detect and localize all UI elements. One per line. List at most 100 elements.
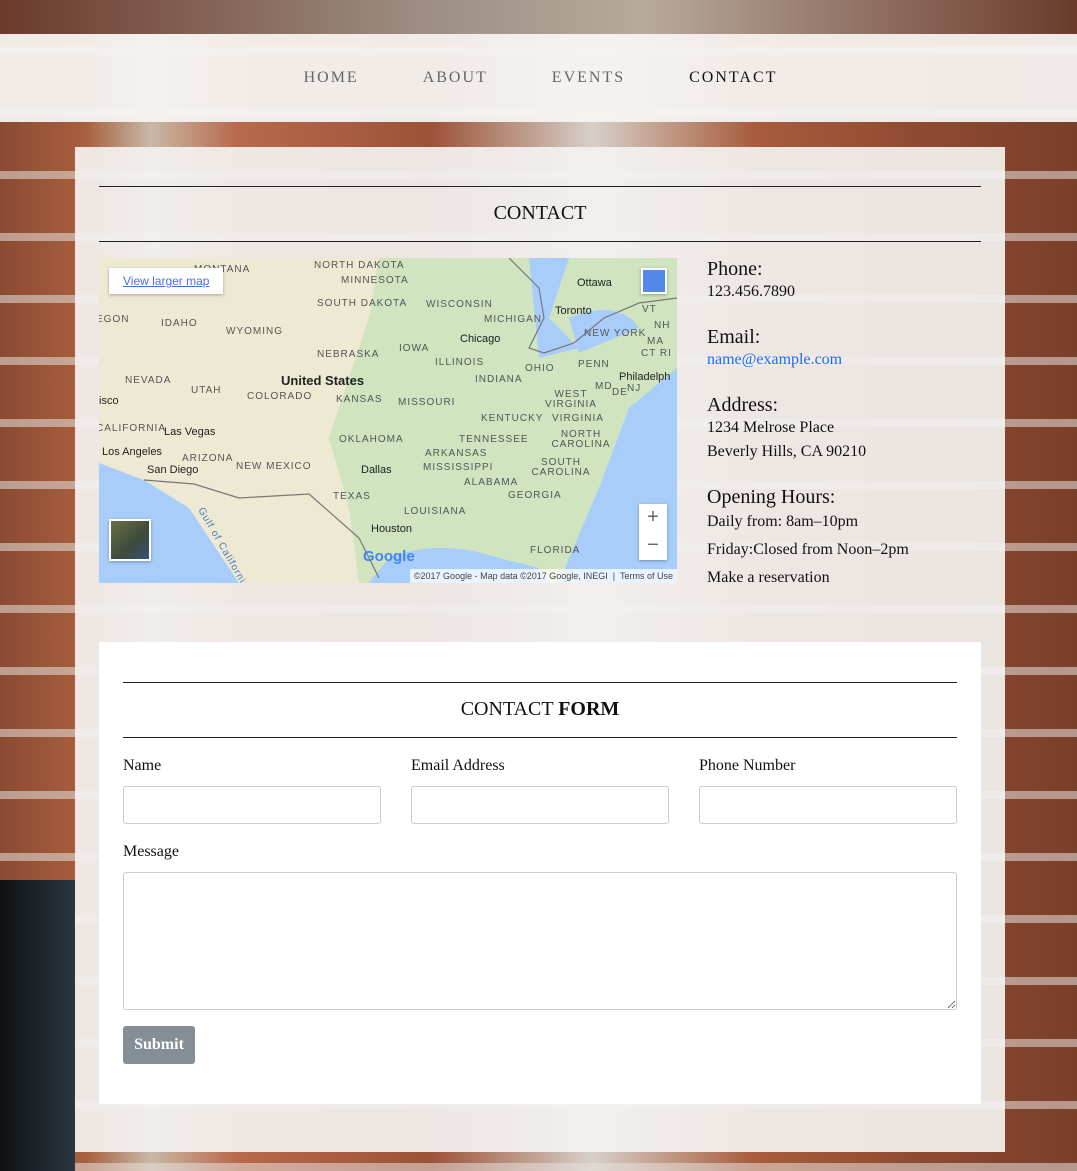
form-title-bold: FORM (558, 698, 620, 720)
phone-label: Phone Number (699, 757, 796, 774)
map-label: ARIZONA (182, 453, 234, 464)
email-link[interactable]: name@example.com (707, 351, 842, 368)
email-label: Email Address (411, 757, 505, 774)
nav-contact[interactable]: CONTACT (689, 69, 777, 87)
map-label: DE (612, 387, 628, 398)
message-label: Message (123, 843, 179, 860)
map-city: Los Angeles (102, 446, 162, 458)
top-nav: HOME ABOUT EVENTS CONTACT (0, 34, 1077, 122)
pegman-icon[interactable] (641, 268, 667, 294)
map-label: OKLAHOMA (339, 434, 404, 445)
phone-label: Phone: (707, 258, 763, 280)
map-label: NEW MEXICO (236, 461, 312, 472)
map-country: United States (281, 373, 365, 388)
email-input[interactable] (411, 786, 669, 824)
map-city: Ottawa (577, 277, 612, 289)
background-mug (0, 880, 75, 1171)
map-label: WEST VIRGINIA (545, 389, 597, 410)
map-label: MISSISSIPPI (423, 462, 494, 473)
map-label: NEW YORK (584, 328, 647, 339)
map-label: MINNESOTA (341, 275, 409, 286)
divider (99, 186, 981, 187)
address-label: Address: (707, 394, 779, 416)
google-map[interactable]: MONTANA NORTH DAKOTA MINNESOTA SOUTH DAK… (99, 258, 677, 583)
map-label: UTAH (191, 385, 222, 396)
map-label: VIRGINIA (552, 413, 604, 424)
nav-home[interactable]: HOME (304, 69, 359, 87)
divider (123, 737, 957, 738)
map-label: FLORIDA (530, 545, 581, 556)
map-label: KANSAS (336, 394, 383, 405)
map-label: CALIFORNIA (99, 423, 167, 434)
email-label: Email: (707, 326, 761, 348)
google-logo: Google (363, 548, 415, 565)
map-label: MICHIGAN (484, 314, 542, 325)
phone-value: 123.456.7890 (707, 283, 795, 300)
contact-card: CONTACT MONTANA NORTH DAKOTA MINNESOTA S… (75, 147, 1005, 1152)
map-city: Philadelph (619, 371, 671, 383)
map-label: NORTH DAKOTA (314, 260, 405, 271)
form-title-plain: CONTACT (460, 698, 559, 720)
map-city: Las Vegas (164, 426, 216, 438)
map-label: PENN (578, 359, 610, 370)
map-label: NJ (627, 383, 642, 394)
zoom-in-button[interactable]: + (639, 504, 667, 532)
map-label: SOUTH DAKOTA (317, 298, 408, 309)
reservation-text: Make a reservation (707, 569, 830, 586)
map-label: SOUTH CAROLINA (531, 457, 591, 478)
map-label: NH (654, 320, 671, 331)
message-textarea[interactable] (123, 872, 957, 1010)
hours-label: Opening Hours: (707, 486, 836, 508)
map-label: LOUISIANA (404, 506, 467, 517)
address-line: 1234 Melrose Place (707, 419, 835, 436)
view-larger-map-link[interactable]: View larger map (109, 268, 224, 294)
map-label: TENNESSEE (459, 434, 529, 445)
map-label: ALABAMA (464, 477, 519, 488)
map-label: MD (595, 381, 613, 392)
background-strip (0, 0, 1077, 34)
map-label: GEORGIA (508, 490, 562, 501)
terms-link[interactable]: Terms of Use (620, 571, 673, 581)
hours-line: Daily from: 8am–10pm (707, 513, 859, 530)
contact-form: CONTACT FORM Name Email Address Phone Nu… (99, 642, 981, 1104)
map-label: CT RI (641, 348, 672, 359)
attribution-text: ©2017 Google - Map data ©2017 Google, IN… (413, 571, 608, 581)
map-label: ARKANSAS (425, 448, 488, 459)
submit-button[interactable]: Submit (123, 1026, 195, 1064)
nav-about[interactable]: ABOUT (423, 69, 488, 87)
map-label: VT (642, 304, 657, 315)
map-label: ILLINOIS (435, 357, 485, 368)
contact-info: Phone: 123.456.7890 Email: name@example.co… (707, 258, 987, 614)
contact-title: CONTACT (493, 202, 587, 224)
map-city: Dallas (361, 464, 392, 476)
divider (99, 241, 981, 242)
map-city: Chicago (460, 333, 501, 345)
satellite-toggle[interactable] (109, 519, 151, 561)
map-label: MISSOURI (398, 397, 456, 408)
map-label: TEXAS (333, 491, 371, 502)
map-label: IOWA (399, 343, 430, 354)
form-title: CONTACT FORM (99, 698, 981, 721)
map-city: Toronto (555, 305, 592, 317)
nav-events[interactable]: EVENTS (552, 69, 625, 87)
map-label: NEVADA (125, 375, 172, 386)
map-label: INDIANA (475, 374, 523, 385)
divider (123, 682, 957, 683)
name-input[interactable] (123, 786, 381, 824)
name-label: Name (123, 757, 162, 774)
zoom-out-button[interactable]: − (639, 532, 667, 560)
map-label: WISCONSIN (426, 299, 493, 310)
map-label: NEBRASKA (317, 349, 380, 360)
map-city: Houston (371, 523, 412, 535)
map-label: KENTUCKY (481, 413, 544, 424)
map-label: WYOMING (226, 326, 283, 337)
address-line: Beverly Hills, CA 90210 (707, 443, 867, 460)
map-label: COLORADO (247, 391, 313, 402)
map-attribution: ©2017 Google - Map data ©2017 Google, IN… (409, 569, 677, 583)
map-label: OHIO (525, 363, 555, 374)
map-label: OREGON (99, 314, 130, 325)
map-label: MA (647, 336, 664, 347)
phone-input[interactable] (699, 786, 957, 824)
map-city: San Diego (147, 464, 199, 476)
map-city: isco (99, 395, 119, 407)
